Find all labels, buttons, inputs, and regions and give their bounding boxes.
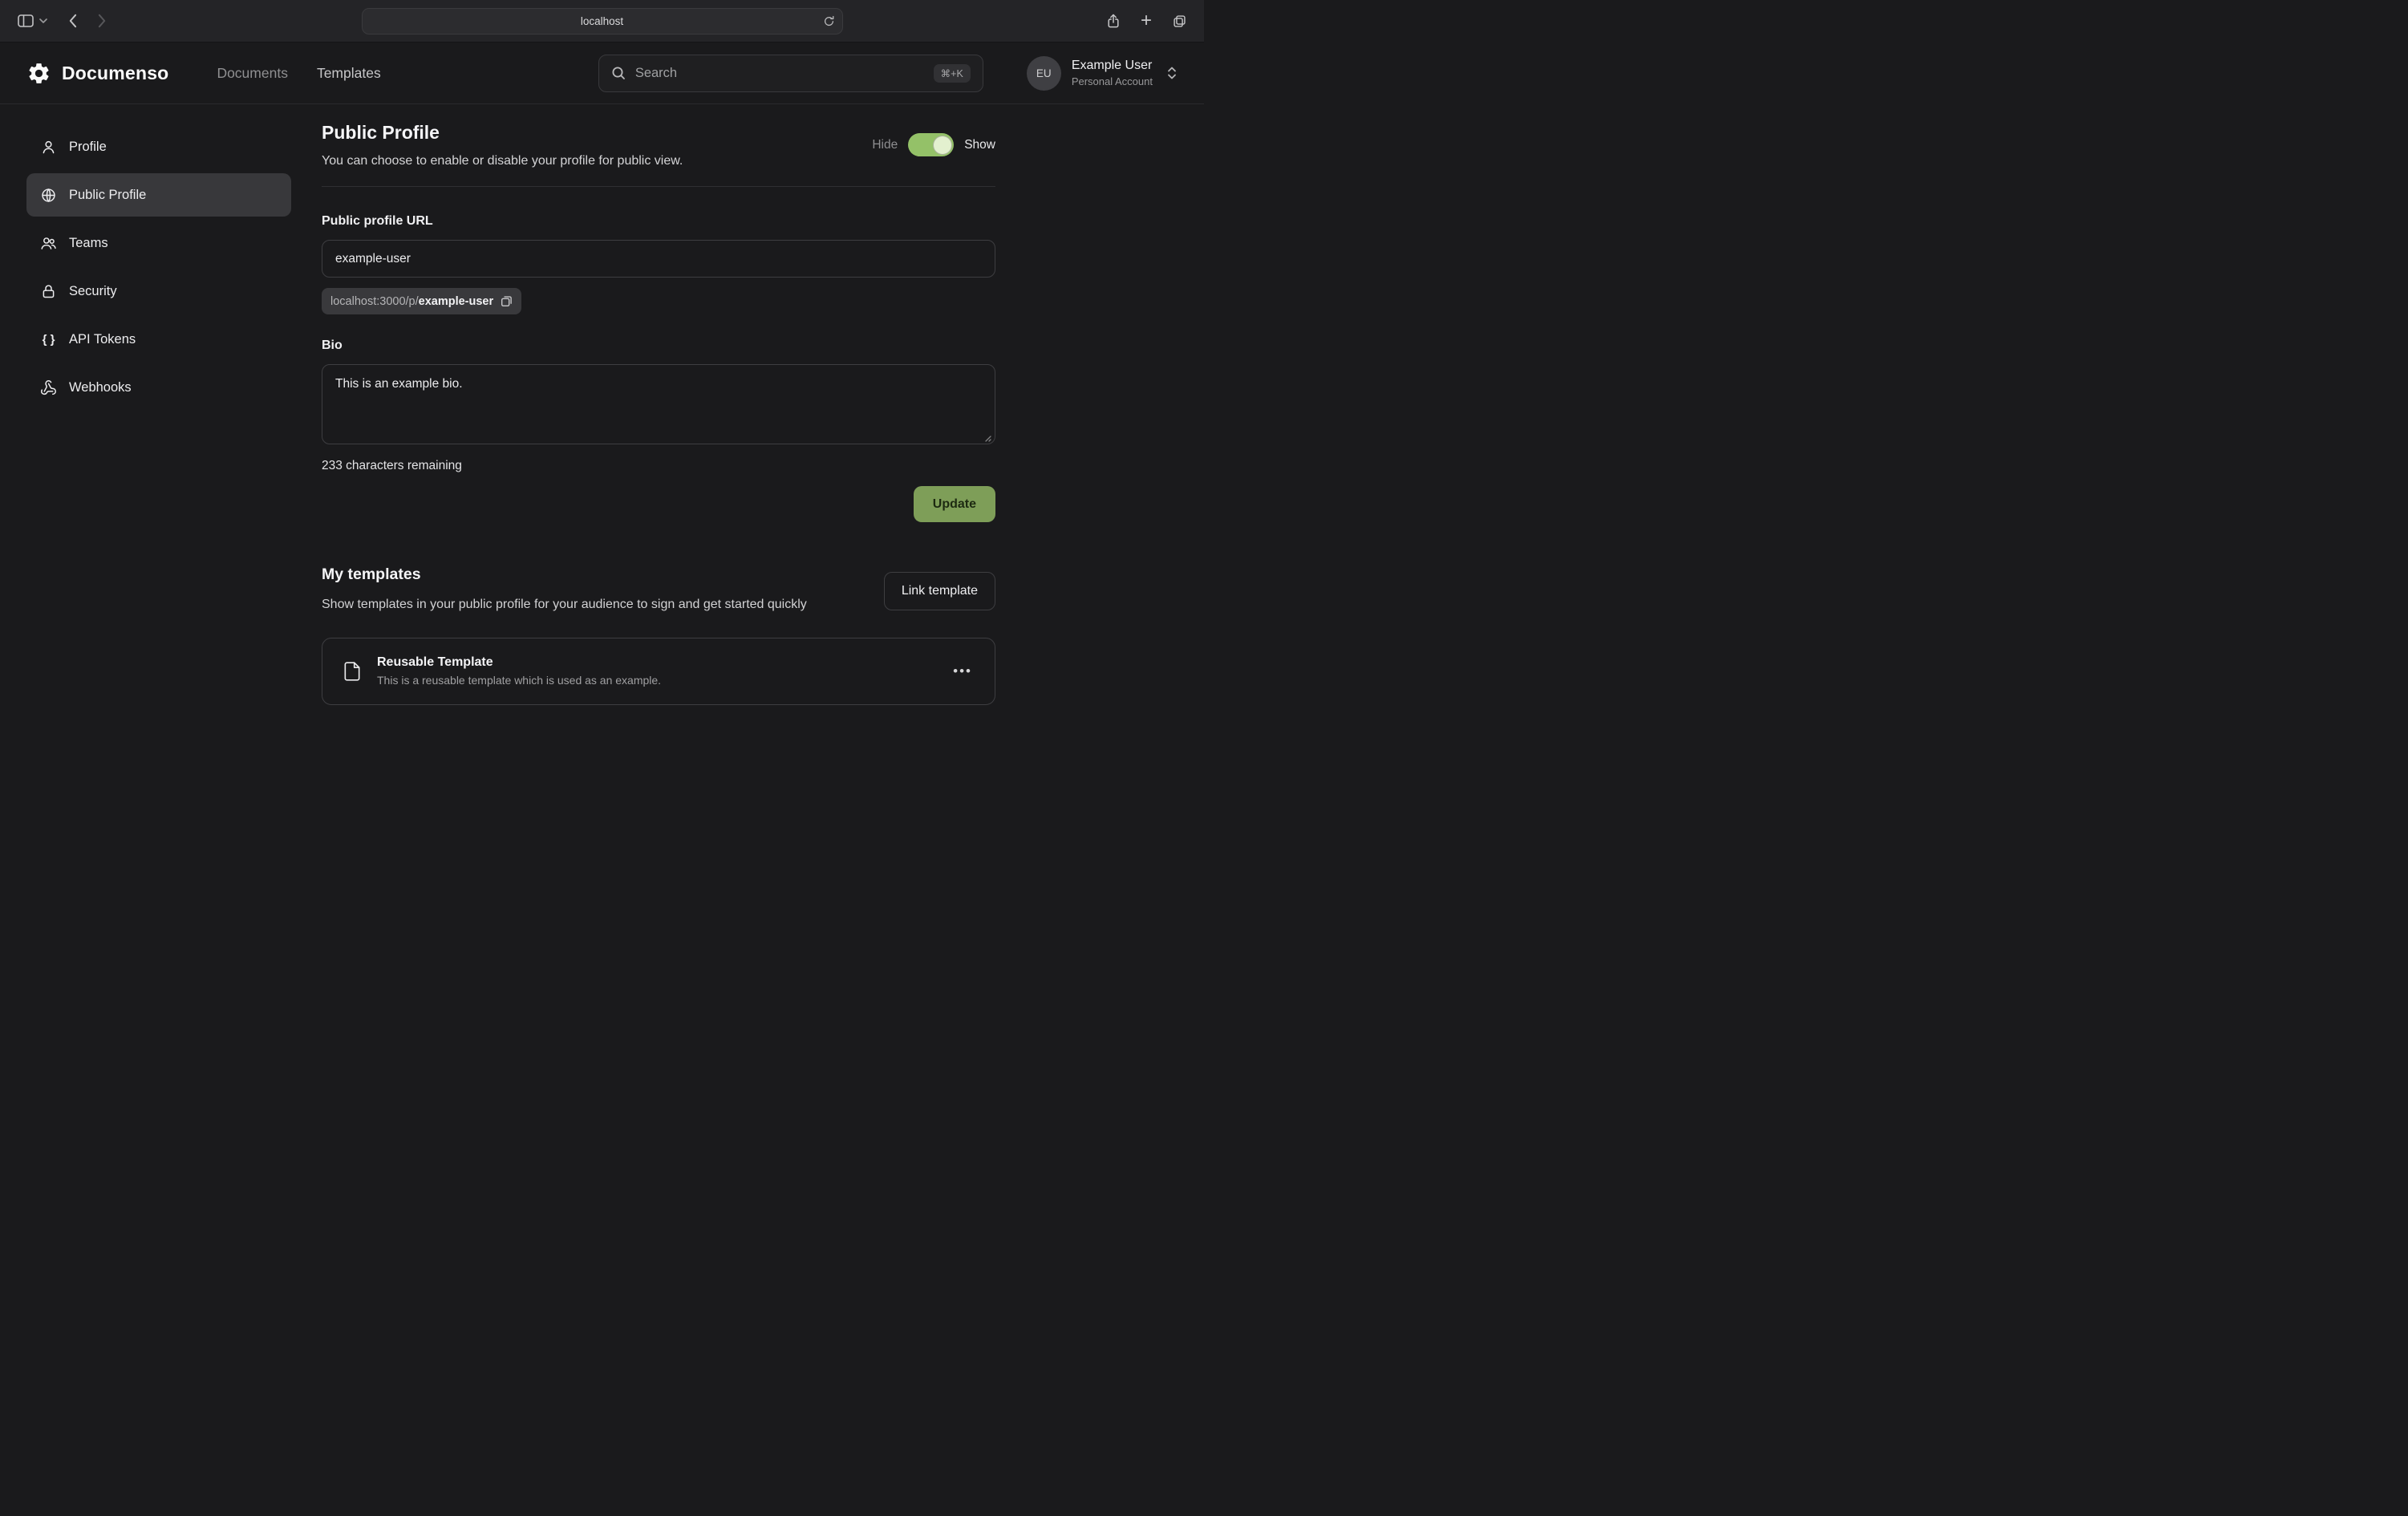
page-subtitle: You can choose to enable or disable your… xyxy=(322,154,683,168)
url-field-label: Public profile URL xyxy=(322,214,995,229)
avatar: EU xyxy=(1027,56,1061,91)
template-card[interactable]: Reusable Template This is a reusable tem… xyxy=(322,638,995,705)
ellipsis-icon: ••• xyxy=(953,663,972,679)
users-icon xyxy=(40,235,57,252)
bio-field-label: Bio xyxy=(322,338,995,353)
characters-remaining: 233 characters remaining xyxy=(322,459,995,473)
tabs-icon xyxy=(1173,14,1186,28)
app-header: Documenso Documents Templates ⌘+K EU Exa… xyxy=(0,43,1204,104)
documenso-logo-icon xyxy=(26,61,51,86)
account-name: Example User xyxy=(1072,59,1153,73)
sidebar-item-profile[interactable]: Profile xyxy=(26,125,291,168)
sidebar-item-label: API Tokens xyxy=(69,332,136,347)
account-menu[interactable]: EU Example User Personal Account xyxy=(1027,56,1178,91)
account-names: Example User Personal Account xyxy=(1072,59,1153,87)
templates-subtitle: Show templates in your public profile fo… xyxy=(322,594,807,615)
browser-url-bar[interactable]: localhost xyxy=(362,8,843,34)
sidebar-item-label: Teams xyxy=(69,236,108,251)
refresh-button[interactable] xyxy=(823,15,835,27)
webhook-icon xyxy=(40,379,57,396)
update-button[interactable]: Update xyxy=(914,486,995,522)
search-input[interactable] xyxy=(635,66,924,81)
braces-icon: { } xyxy=(40,333,57,347)
profile-visibility-toggle[interactable] xyxy=(908,133,954,156)
nav-documents[interactable]: Documents xyxy=(217,65,288,82)
sidebar-panel-icon xyxy=(18,14,34,27)
bio-textarea[interactable]: This is an example bio. xyxy=(322,364,995,444)
chevron-left-icon xyxy=(68,14,77,28)
template-info: Reusable Template This is a reusable tem… xyxy=(377,655,661,687)
tab-overview-button[interactable] xyxy=(1173,14,1186,28)
search-shortcut-badge: ⌘+K xyxy=(934,64,971,83)
user-icon xyxy=(40,139,57,156)
brand-name: Documenso xyxy=(62,63,168,84)
brand[interactable]: Documenso xyxy=(26,61,168,86)
toggle-show-label: Show xyxy=(964,138,995,152)
chevron-right-icon xyxy=(98,14,107,28)
plus-icon: + xyxy=(1141,11,1152,30)
sidebar-menu-chevron-button[interactable] xyxy=(39,18,47,23)
template-title: Reusable Template xyxy=(377,655,661,670)
link-template-button[interactable]: Link template xyxy=(884,572,995,610)
lock-icon xyxy=(40,283,57,300)
sidebar-item-security[interactable]: Security xyxy=(26,270,291,313)
account-type: Personal Account xyxy=(1072,75,1153,87)
sidebar-item-teams[interactable]: Teams xyxy=(26,221,291,265)
nav-templates[interactable]: Templates xyxy=(317,65,381,82)
browser-chrome: localhost + xyxy=(0,0,1204,43)
sidebar-item-label: Security xyxy=(69,284,117,299)
search-box[interactable]: ⌘+K xyxy=(598,55,983,92)
main-content: Public Profile You can choose to enable … xyxy=(322,122,995,705)
browser-url-text: localhost xyxy=(581,15,623,27)
sidebar-item-label: Webhooks xyxy=(69,380,132,395)
share-button[interactable] xyxy=(1107,14,1120,28)
chevron-down-icon xyxy=(39,18,47,23)
toggle-hide-label: Hide xyxy=(872,138,898,152)
template-more-menu-button[interactable]: ••• xyxy=(950,660,975,683)
public-profile-url-section: Public profile URL localhost:3000/p/exam… xyxy=(322,214,995,314)
bio-section: Bio This is an example bio. 233 characte… xyxy=(322,338,995,473)
browser-back-button[interactable] xyxy=(68,14,77,28)
settings-sidebar: Profile Public Profile Teams Security { … xyxy=(26,122,291,705)
chevrons-up-down-icon xyxy=(1166,66,1178,80)
url-preview-text: localhost:3000/p/example-user xyxy=(330,295,493,308)
sidebar-item-public-profile[interactable]: Public Profile xyxy=(26,173,291,217)
copy-icon xyxy=(501,295,513,307)
main-nav: Documents Templates xyxy=(217,65,380,82)
profile-visibility-toggle-row: Hide Show xyxy=(872,133,995,156)
template-description: This is a reusable template which is use… xyxy=(377,674,661,687)
my-templates-section: My templates Show templates in your publ… xyxy=(322,565,995,705)
sidebar-item-webhooks[interactable]: Webhooks xyxy=(26,366,291,409)
sidebar-toggle-button[interactable] xyxy=(18,14,34,27)
profile-url-input[interactable] xyxy=(322,240,995,278)
copy-url-button[interactable] xyxy=(501,295,513,307)
templates-title: My templates xyxy=(322,565,807,584)
browser-forward-button[interactable] xyxy=(98,14,107,28)
file-icon xyxy=(342,661,363,682)
globe-icon xyxy=(40,187,57,204)
section-divider xyxy=(322,186,995,187)
share-icon xyxy=(1107,14,1120,28)
profile-url-preview: localhost:3000/p/example-user xyxy=(322,288,521,314)
page-title: Public Profile xyxy=(322,122,683,144)
sidebar-item-label: Public Profile xyxy=(69,188,146,203)
sidebar-item-label: Profile xyxy=(69,140,107,155)
toggle-thumb xyxy=(933,136,952,155)
refresh-icon xyxy=(823,15,835,27)
sidebar-item-api-tokens[interactable]: { } API Tokens xyxy=(26,318,291,361)
search-icon xyxy=(611,66,626,80)
new-tab-button[interactable]: + xyxy=(1141,11,1152,30)
